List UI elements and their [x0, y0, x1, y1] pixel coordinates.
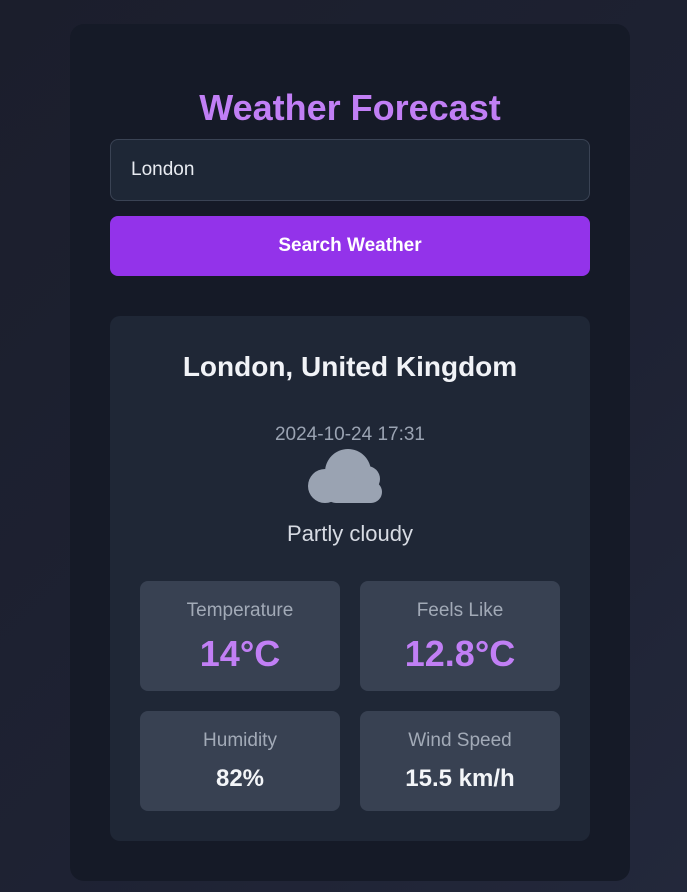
weather-app-card: Weather Forecast Search Weather London, … — [70, 24, 630, 881]
temperature-card: Temperature 14°C — [140, 581, 340, 691]
app-title: Weather Forecast — [199, 87, 501, 128]
search-weather-button[interactable]: Search Weather — [110, 216, 590, 276]
humidity-label: Humidity — [203, 730, 277, 751]
humidity-value: 82% — [215, 765, 265, 792]
location-name: London, United Kingdom — [182, 351, 518, 382]
wind-speed-value: 15.5 km/h — [405, 765, 515, 792]
temperature-value: 14°C — [199, 633, 281, 674]
weather-result-panel: London, United Kingdom 2024-10-24 17:31 … — [110, 316, 590, 841]
temperature-label: Temperature — [186, 600, 294, 621]
feels-like-label: Feels Like — [416, 600, 504, 621]
humidity-card: Humidity 82% — [140, 711, 340, 811]
cloud-icon — [308, 449, 382, 503]
city-search-input[interactable] — [110, 139, 590, 201]
weather-condition: Partly cloudy — [287, 521, 413, 546]
wind-speed-label: Wind Speed — [408, 730, 512, 751]
feels-like-card: Feels Like 12.8°C — [360, 581, 560, 691]
wind-speed-card: Wind Speed 15.5 km/h — [360, 711, 560, 811]
feels-like-value: 12.8°C — [404, 633, 516, 674]
